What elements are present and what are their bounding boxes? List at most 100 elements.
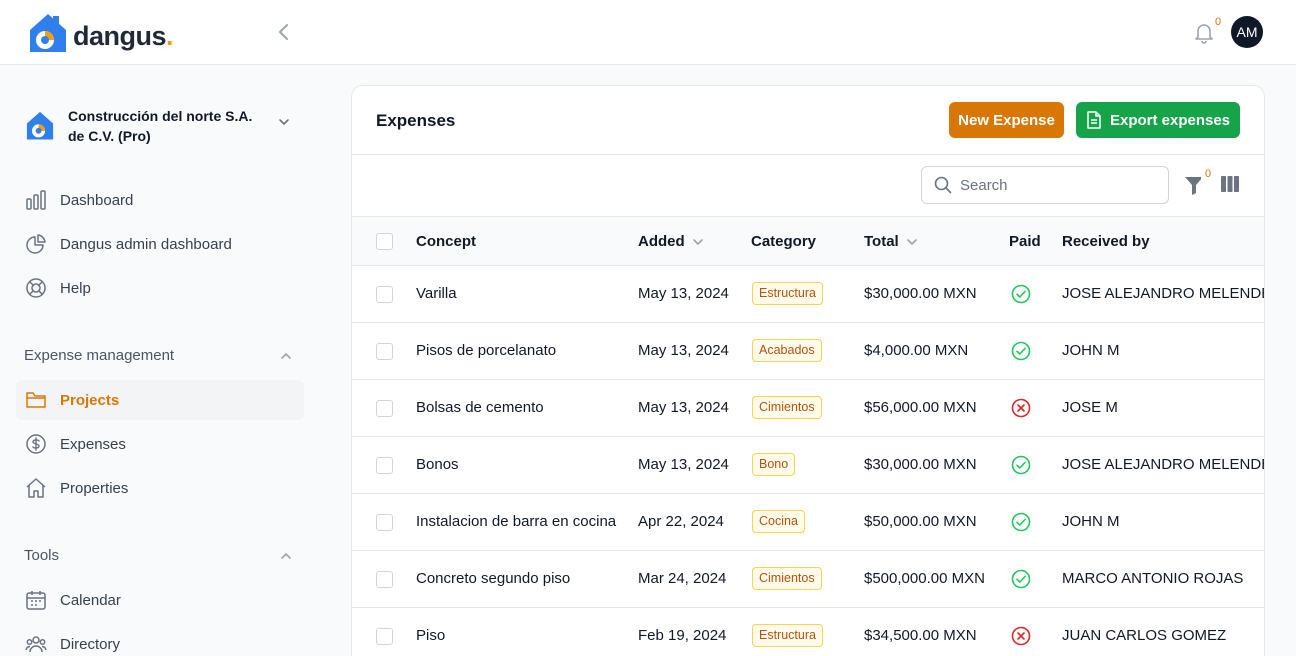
paid-check-icon [1011,569,1031,589]
table-header: Concept Added Category Total Paid Receiv… [352,216,1264,266]
cell-added: Feb 19, 2024 [638,627,727,644]
cell-total: $30,000.00 MXN [864,456,977,473]
sidebar-item-calendar[interactable]: Calendar [16,580,304,620]
cell-total: $30,000.00 MXN [864,285,977,302]
table-row[interactable]: Pisos de porcelanato May 13, 2024 Acabados… [352,323,1264,380]
header-divider [352,154,1264,155]
notifications-count: 0 [1210,14,1226,30]
cell-total: $500,000.00 MXN [864,570,985,587]
expenses-card: Expenses New Expense Export expenses 0 C… [351,85,1265,656]
brand-name: dangus. [73,21,174,51]
sidebar-item-label: Dashboard [60,191,134,209]
columns-toggle-button[interactable] [1221,176,1239,194]
row-checkbox[interactable] [376,286,393,303]
sidebar-item-label: Expenses [60,435,126,453]
cell-concept: Bonos [416,456,459,473]
users-icon [24,632,48,656]
column-header-label: Total [864,233,899,250]
search-box[interactable] [921,166,1169,204]
column-header-category[interactable]: Category [751,233,816,250]
cell-received-by: JOSE ALEJANDRO MELENDEZ [1062,285,1265,302]
category-badge: Bono [752,453,796,476]
cell-received-by: JOSE ALEJANDRO MELENDEZ [1062,456,1265,473]
section-expense-management[interactable]: Expense management [24,347,304,367]
new-expense-label: New Expense [958,111,1055,129]
column-header-received-by[interactable]: Received by [1062,233,1150,250]
sidebar-item-label: Projects [60,391,120,409]
table-row[interactable]: Bolsas de cemento May 13, 2024 Cimientos $5… [352,380,1264,437]
column-header-label: Paid [1009,233,1041,250]
row-checkbox[interactable] [376,514,393,531]
sidebar-item-directory[interactable]: Directory [16,624,304,656]
chart-bar-icon [24,188,48,212]
top-bar: dangus. 0 AM [0,0,1296,65]
document-icon [1086,111,1102,129]
sidebar-item-projects[interactable]: Projects [16,380,304,420]
sidebar-item-label: Directory [60,635,121,653]
table-row[interactable]: Varilla May 13, 2024 Estructura $30,000.00 … [352,266,1265,323]
sidebar-item-label: Dangus admin dashboard [60,235,232,253]
sidebar-item-expenses[interactable]: Expenses [16,424,304,464]
category-badge: Acabados [752,339,822,362]
filter-count: 0 [1201,168,1215,180]
sort-chevron-down-icon [691,235,705,249]
sidebar-item-admin-dashboard[interactable]: Dangus admin dashboard [16,224,304,264]
column-header-label: Concept [416,233,476,250]
row-checkbox[interactable] [376,400,393,417]
cell-concept: Piso [416,627,446,644]
column-header-added[interactable]: Added [638,233,705,250]
dangus-logo[interactable]: dangus. [26,10,174,54]
cell-added: May 13, 2024 [638,342,729,359]
search-icon [934,176,952,194]
chevron-left-icon [279,24,288,40]
select-all-checkbox[interactable] [376,233,393,250]
column-header-paid[interactable]: Paid [1009,233,1041,250]
cell-received-by: JOSE M [1062,399,1118,416]
sidebar-item-label: Properties [60,479,129,497]
export-expenses-button[interactable]: Export expenses [1076,102,1240,138]
collapse-sidebar-button[interactable] [272,20,296,44]
columns-icon [1221,176,1239,192]
table-row[interactable]: Concreto segundo piso Mar 24, 2024 Cimient… [352,551,1264,608]
sort-chevron-down-icon [905,235,919,249]
sidebar-item-dashboard[interactable]: Dashboard [16,180,304,220]
section-title: Expense management [24,347,175,364]
calendar-icon [24,588,48,612]
category-badge: Estructura [752,282,823,305]
section-tools[interactable]: Tools [24,547,304,567]
row-checkbox[interactable] [376,628,393,645]
column-header-label: Category [751,233,817,250]
organization-selector[interactable]: Construcción del norte S.A. de C.V. (Pro… [24,105,304,147]
cell-added: May 13, 2024 [638,399,729,416]
cell-received-by: JOHN M [1062,342,1120,359]
folder-icon [24,388,48,412]
page-title: Expenses [376,111,456,130]
row-checkbox[interactable] [376,571,393,588]
sidebar-item-help[interactable]: Help [16,268,304,308]
column-header-concept[interactable]: Concept [416,233,476,250]
paid-check-icon [1011,341,1031,361]
chevron-up-icon [281,552,291,559]
row-checkbox[interactable] [376,457,393,474]
column-header-label: Received by [1062,233,1150,250]
column-header-total[interactable]: Total [864,233,919,250]
table-row[interactable]: Instalacion de barra en cocina Apr 22, 20… [352,494,1264,551]
cell-received-by: MARCO ANTONIO ROJAS [1062,570,1244,587]
category-badge: Cocina [752,510,805,533]
cell-total: $56,000.00 MXN [864,399,977,416]
cell-added: May 13, 2024 [638,456,729,473]
paid-check-icon [1011,284,1031,304]
cell-concept: Concreto segundo piso [416,570,571,587]
row-checkbox[interactable] [376,343,393,360]
house-logo-icon [30,14,66,52]
cell-concept: Instalacion de barra en cocina [416,513,617,530]
table-row[interactable]: Piso Feb 19, 2024 Estructura $34,500.00 MXN… [352,608,1264,656]
table-row[interactable]: Bonos May 13, 2024 Bono $30,000.00 MXN JOSE … [352,437,1265,494]
sidebar-item-properties[interactable]: Properties [16,468,304,508]
new-expense-button[interactable]: New Expense [949,102,1064,138]
search-input[interactable] [960,176,1160,194]
user-avatar[interactable]: AM [1231,16,1263,48]
section-title: Tools [24,547,60,564]
cell-added: Mar 24, 2024 [638,570,727,587]
cell-added: May 13, 2024 [638,285,729,302]
